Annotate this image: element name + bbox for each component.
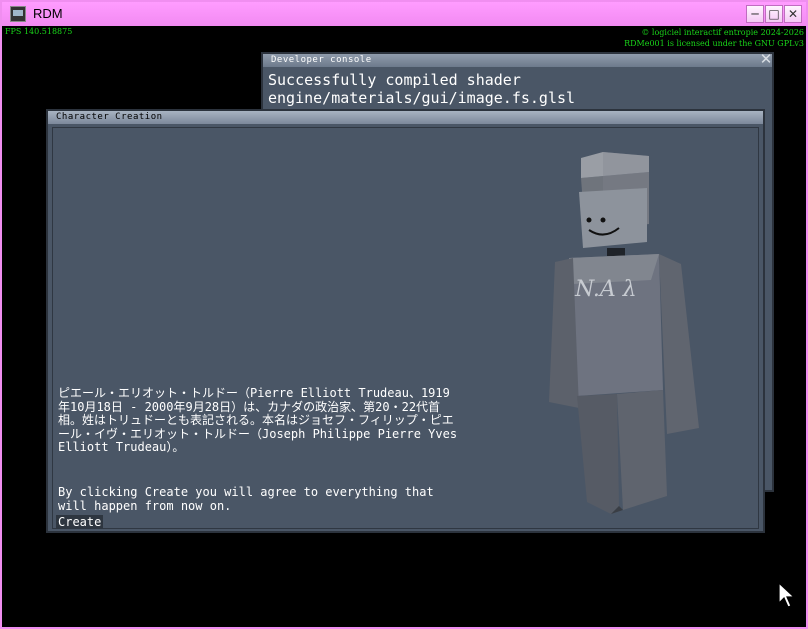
copyright-notice: © logiciel interactif entropie 2024-2026… bbox=[624, 27, 804, 49]
maximize-button[interactable]: □ bbox=[765, 5, 783, 23]
character-creation-titlebar[interactable]: Character Creation bbox=[48, 111, 763, 124]
console-titlebar[interactable]: Developer console bbox=[263, 54, 772, 67]
close-button[interactable]: ✕ bbox=[784, 5, 802, 23]
window-titlebar[interactable]: RDM ─ □ ✕ bbox=[2, 2, 806, 26]
console-output: Successfully compiled shader engine/mate… bbox=[268, 71, 576, 107]
character-creation-window[interactable]: Character Creation N.A λ ピエール・エリオット・トルドー… bbox=[46, 109, 765, 533]
app-icon bbox=[10, 6, 26, 22]
console-title: Developer console bbox=[271, 55, 372, 65]
right-leg bbox=[617, 390, 667, 510]
fps-counter: FPS 140.518875 bbox=[5, 27, 73, 36]
minimize-button[interactable]: ─ bbox=[746, 5, 764, 23]
left-eye bbox=[586, 217, 592, 223]
character-bio: ピエール・エリオット・トルドー（Pierre Elliott Trudeau、1… bbox=[58, 386, 458, 454]
copyright-line-1: © logiciel interactif entropie 2024-2026 bbox=[641, 28, 804, 37]
close-icon: ✕ bbox=[759, 50, 773, 68]
app-window: RDM ─ □ ✕ FPS 140.518875 © logiciel inte… bbox=[0, 0, 808, 629]
mouse-cursor-icon bbox=[778, 582, 796, 608]
right-eye bbox=[600, 217, 606, 223]
left-leg bbox=[577, 394, 619, 514]
console-close-button[interactable]: ✕ bbox=[758, 52, 774, 68]
close-icon: ✕ bbox=[787, 7, 799, 21]
right-arm bbox=[659, 254, 699, 434]
shirt-logo: N.A λ bbox=[574, 277, 637, 302]
game-viewport[interactable]: FPS 140.518875 © logiciel interactif ent… bbox=[2, 26, 806, 627]
minimize-icon: ─ bbox=[751, 7, 759, 21]
agreement-notice: By clicking Create you will agree to eve… bbox=[58, 485, 434, 513]
copyright-line-2: RDMe001 is licensed under the GNU GPLv3 bbox=[624, 39, 804, 48]
maximize-icon: □ bbox=[768, 7, 780, 21]
window-title: RDM bbox=[33, 6, 63, 21]
create-button[interactable]: Create bbox=[56, 515, 104, 529]
character-creation-panel: N.A λ ピエール・エリオット・トルドー（Pierre Elliott Tru… bbox=[52, 127, 759, 529]
character-model-preview[interactable]: N.A λ bbox=[549, 150, 709, 515]
character-creation-title: Character Creation bbox=[56, 112, 163, 122]
